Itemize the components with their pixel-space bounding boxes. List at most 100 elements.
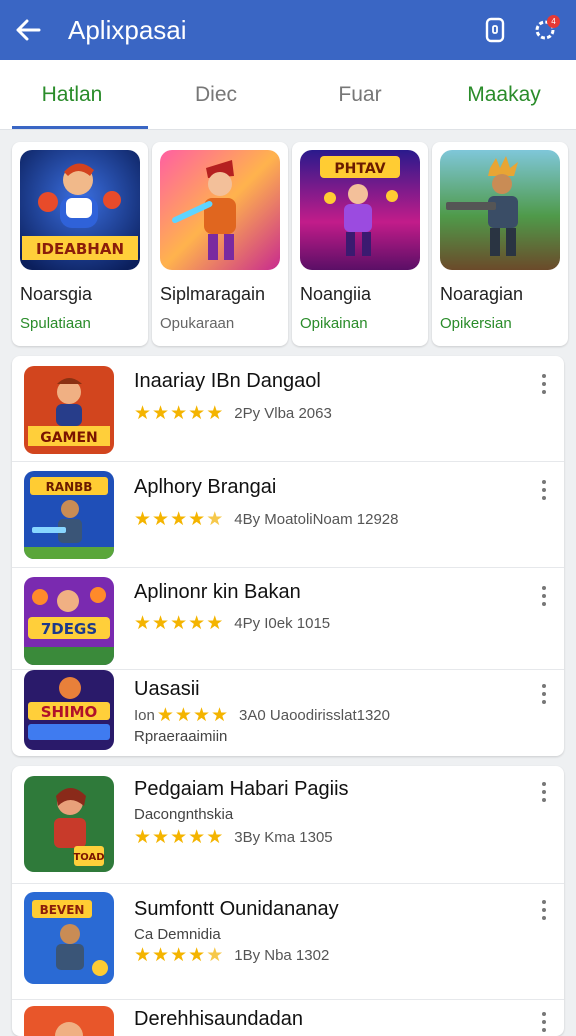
app-list: GAMEN Inaariay IBn Dangaol ★ ★ ★ ★ ★ 2Py Vlb… [12, 356, 564, 756]
featured-card[interactable]: IDEABHAN Noarsgia Spulatiaan [12, 142, 148, 346]
svg-text:RANBB: RANBB [46, 480, 93, 494]
star-icon: ★ [152, 509, 170, 530]
featured-card[interactable]: PHTAV Noangiia Opikainan [292, 142, 428, 346]
app-art-image [440, 150, 560, 270]
list-item[interactable]: 7DEGS Aplinonr kin Bakan ★ ★ ★ ★ ★ 4Py I0ek … [12, 568, 564, 670]
star-icon: ★ [152, 613, 170, 634]
app-icon [24, 1006, 114, 1036]
app-title: Pedgaiam Habari Pagiis [134, 778, 349, 800]
featured-apps: IDEABHAN Noarsgia Spulatiaan Siplmaragai… [12, 142, 568, 346]
star-icon: ★ [188, 403, 206, 424]
app-subtitle: Dacongnthskia [134, 806, 234, 823]
list-item[interactable]: Derehhisaundadan [12, 1000, 564, 1036]
app-title: Sumfontt Ounidananay [134, 898, 339, 920]
back-button[interactable] [14, 16, 42, 44]
tab-fuar[interactable]: Fuar [288, 60, 432, 129]
star-icon: ★ [152, 403, 170, 424]
more-options-icon[interactable] [538, 374, 550, 394]
more-options-icon[interactable] [538, 586, 550, 606]
list-item[interactable]: BEVEN Sumfontt Ounidananay Ca Demnidia ★… [12, 884, 564, 1000]
rating: ★ ★ ★ ★ ★ 2Py Vlba 2063 [134, 402, 332, 425]
app-meta: 3A0 Uaoodirisslat1320 [239, 707, 390, 724]
rating-prefix: Ion [134, 707, 155, 724]
app-name: Siplmaragain [160, 284, 266, 304]
svg-text:IDEABHAN: IDEABHAN [36, 240, 124, 258]
app-name: Noangiia [300, 284, 372, 304]
star-icon: ★ [192, 705, 210, 726]
svg-text:TOAD: TOAD [73, 852, 104, 863]
more-options-icon[interactable] [538, 900, 550, 920]
svg-text:SHIMO: SHIMO [41, 703, 98, 721]
featured-card[interactable]: Siplmaragain Opukaraan [152, 142, 288, 346]
list-item[interactable]: RANBB Aplhory Brangai ★ ★ ★ ★ ★ 4By MoatoliN… [12, 462, 564, 568]
more-options-icon[interactable] [538, 782, 550, 802]
star-icon: ★ [152, 827, 170, 848]
arrow-left-icon [16, 19, 41, 41]
list-item[interactable]: TOAD Pedgaiam Habari Pagiis Dacongnthski… [12, 766, 564, 884]
star-icon: ★ [170, 613, 188, 634]
app-meta: 3By Kma 1305 [234, 829, 333, 846]
star-icon: ★ [134, 945, 152, 966]
star-icon: ★ [156, 705, 174, 726]
app-icon: GAMEN [24, 366, 114, 454]
app-meta: 2Py Vlba 2063 [234, 405, 332, 422]
star-icon: ★ [134, 613, 152, 634]
app-subtitle: Ca Demnidia [134, 926, 221, 943]
tab-diec[interactable]: Diec [144, 60, 288, 129]
app-icon: BEVEN [24, 892, 114, 984]
star-icon: ★ [134, 827, 152, 848]
star-icon: ★ [188, 827, 206, 848]
tab-maakay[interactable]: Maakay [432, 60, 576, 129]
app-name: Noaragian [440, 284, 524, 304]
settings-button[interactable]: 4 [528, 13, 562, 47]
app-meta: 1By Nba 1302 [234, 947, 330, 964]
phone-icon [485, 17, 505, 43]
star-icon: ★ [134, 509, 152, 530]
app-title: Aplhory Brangai [134, 476, 277, 498]
star-icon: ★ [206, 403, 224, 424]
app-category: Spulatiaan [20, 315, 91, 332]
rating: ★ ★ ★ ★ ★ 4Py I0ek 1015 [134, 612, 330, 635]
rating: Ion ★ ★ ★ ★ 3A0 Uaoodirisslat1320 [134, 704, 390, 727]
svg-text:PHTAV: PHTAV [334, 161, 385, 177]
star-icon: ★ [188, 945, 206, 966]
star-icon: ★ [152, 945, 170, 966]
star-icon: ★ [188, 613, 206, 634]
app-list: TOAD Pedgaiam Habari Pagiis Dacongnthski… [12, 766, 564, 1036]
page-title: Aplixpasai [68, 14, 187, 45]
app-icon: TOAD [24, 776, 114, 872]
app-meta: 4By MoatoliNoam 12928 [234, 511, 399, 528]
app-icon: SHIMO [24, 670, 114, 750]
app-category: Opukaraan [160, 315, 235, 332]
featured-card[interactable]: Noaragian Opikersian [432, 142, 568, 346]
app-art-image [160, 150, 280, 270]
list-item[interactable]: SHIMO Uasasii Ion ★ ★ ★ ★ 3A0 Uaoodirisslat… [12, 670, 564, 756]
star-icon: ★ [170, 403, 188, 424]
svg-text:7DEGS: 7DEGS [41, 620, 97, 638]
list-item[interactable]: GAMEN Inaariay IBn Dangaol ★ ★ ★ ★ ★ 2Py Vlb… [12, 356, 564, 462]
screen-button[interactable] [478, 13, 512, 47]
star-icon: ★ [206, 827, 224, 848]
app-name: Noarsgia [20, 284, 93, 304]
tab-bar: Hatlan Diec Fuar Maakay [0, 60, 576, 130]
star-icon: ★ [206, 613, 224, 634]
star-half-icon: ★ [206, 945, 224, 966]
app-art-image: PHTAV [300, 150, 420, 270]
rating: ★ ★ ★ ★ ★ 4By MoatoliNoam 12928 [134, 508, 399, 531]
app-meta: 4Py I0ek 1015 [234, 615, 331, 632]
star-icon: ★ [134, 403, 152, 424]
star-icon: ★ [211, 705, 229, 726]
tab-hatlan[interactable]: Hatlan [0, 60, 148, 129]
app-category: Opikersian [440, 315, 512, 332]
more-options-icon[interactable] [538, 480, 550, 500]
app-title: Uasasii [134, 678, 200, 700]
app-title: Derehhisaundadan [134, 1008, 304, 1030]
app-bar: Aplixpasai 4 [0, 0, 576, 60]
more-options-icon[interactable] [538, 1012, 550, 1032]
rating: ★ ★ ★ ★ ★ 1By Nba 1302 [134, 944, 329, 967]
app-art-image: IDEABHAN [20, 150, 140, 270]
notification-badge: 4 [547, 15, 560, 28]
rating: ★ ★ ★ ★ ★ 3By Kma 1305 [134, 826, 333, 849]
app-title: Aplinonr kin Bakan [134, 581, 301, 603]
more-options-icon[interactable] [538, 684, 550, 704]
